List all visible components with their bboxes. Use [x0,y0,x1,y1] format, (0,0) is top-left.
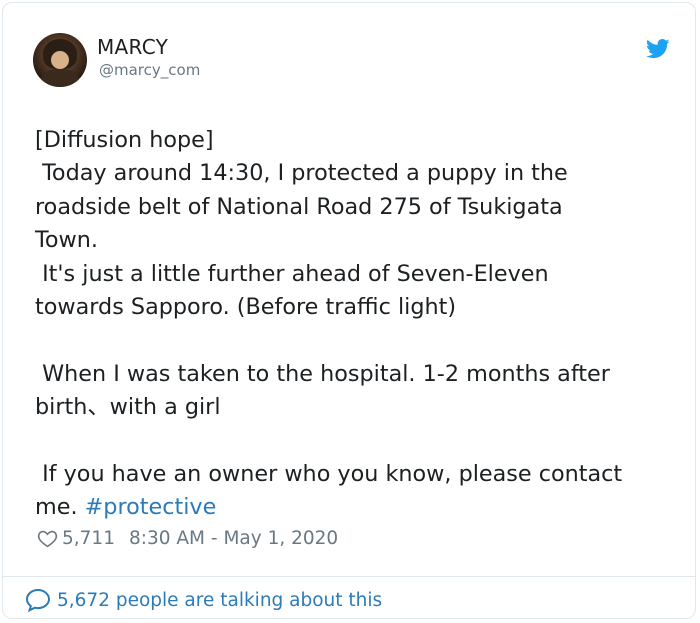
author-handle[interactable]: @marcy_com [99,61,200,79]
tweet-meta: 5,711 8:30 AM - May 1, 2020 [37,525,338,551]
like-count[interactable]: 5,711 [62,528,115,549]
tweet-line: roadside belt of National Road 275 of Ts… [35,193,563,220]
tweet-line: If you have an owner who you know, pleas… [35,461,623,488]
speech-bubble-icon [25,588,51,612]
hashtag-link[interactable]: #protective [85,494,217,520]
tweet-line: [Diffusion hope] [35,127,214,153]
talking-about-link[interactable]: 5,672 people are talking about this [25,588,382,612]
tweet-card: MARCY @marcy_com [Diffusion hope] Today … [2,2,696,619]
avatar[interactable] [33,33,87,87]
talking-about-label[interactable]: 5,672 people are talking about this [57,590,382,611]
avatar-body [41,69,79,87]
heart-icon[interactable] [37,528,58,549]
tweet-line: Today around 14:30, I protected a puppy … [35,160,568,187]
tweet-timestamp[interactable]: 8:30 AM - May 1, 2020 [129,528,338,549]
tweet-line: Town. [35,227,98,254]
tweet-line: me. [35,494,85,521]
avatar-face [51,51,69,69]
tweet-line: birth、with a girl [35,394,221,421]
author-name[interactable]: MARCY [97,35,168,59]
twitter-bird-icon[interactable] [646,39,670,59]
tweet-text: [Diffusion hope] Today around 14:30, I p… [35,124,675,525]
footer-divider [3,576,695,577]
tweet-line: It's just a little further ahead of Seve… [35,260,549,287]
tweet-line: towards Sapporo. (Before traffic light) [35,294,457,321]
tweet-line: When I was taken to the hospital. 1-2 mo… [35,360,610,387]
